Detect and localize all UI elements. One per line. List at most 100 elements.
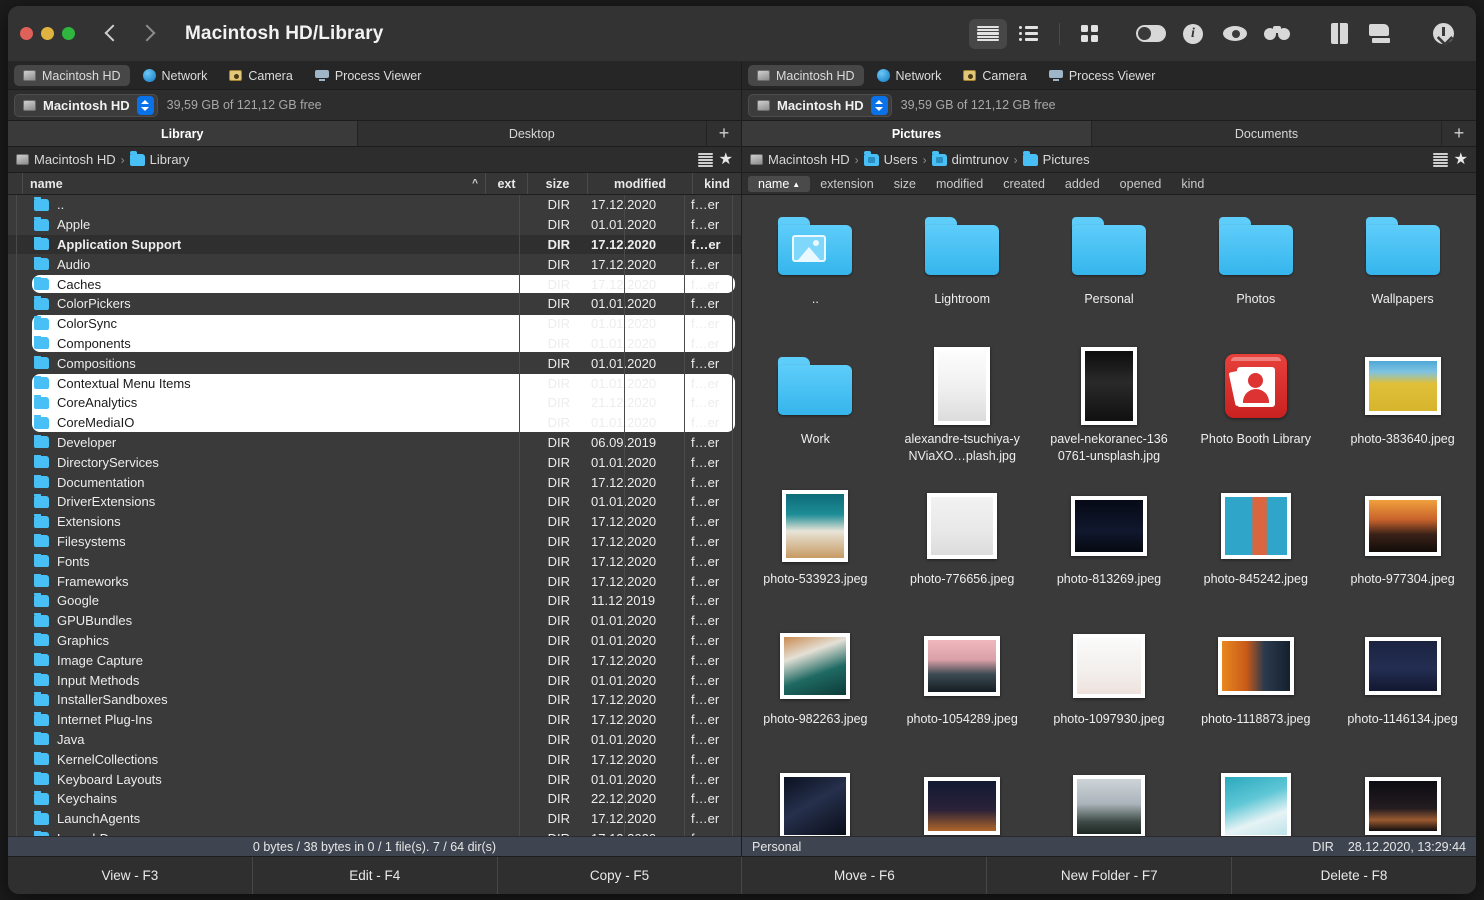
right-col-opened[interactable]: opened: [1110, 173, 1172, 194]
right-add-tab-button[interactable]: +: [1442, 121, 1476, 146]
grid-item[interactable]: photo-383640.jpeg: [1329, 341, 1476, 481]
right-col-added[interactable]: added: [1055, 173, 1110, 194]
forward-button[interactable]: [137, 22, 159, 46]
table-row[interactable]: InstallerSandboxesDIR17.12.2020f…er: [8, 690, 741, 710]
right-source-tab-process-viewer[interactable]: Process Viewer: [1040, 65, 1165, 86]
table-row[interactable]: ColorPickersDIR01.01.2020f…er: [8, 294, 741, 314]
back-button[interactable]: [101, 22, 123, 46]
list-view-icon[interactable]: [969, 19, 1007, 49]
table-row[interactable]: Image CaptureDIR17.12.2020f…er: [8, 650, 741, 670]
book-icon[interactable]: [1320, 19, 1358, 49]
function-key-f8[interactable]: Delete - F8: [1232, 857, 1476, 894]
table-row[interactable]: AppleDIR01.01.2020f…er: [8, 215, 741, 235]
grid-item[interactable]: Personal: [1036, 201, 1183, 341]
left-folder-tab-library[interactable]: Library: [8, 121, 358, 146]
table-row[interactable]: LaunchDaemonsDIR17.12.2020f…er: [8, 829, 741, 836]
left-folder-tab-desktop[interactable]: Desktop: [358, 121, 708, 146]
grid-item[interactable]: photo-776656.jpeg: [889, 481, 1036, 621]
table-row[interactable]: Keyboard LayoutsDIR01.01.2020f…er: [8, 769, 741, 789]
left-col-size[interactable]: size: [528, 173, 588, 194]
table-row[interactable]: GPUBundlesDIR01.01.2020f…er: [8, 611, 741, 631]
grid-item[interactable]: photo-845242.jpeg: [1182, 481, 1329, 621]
left-source-tab-macintosh-hd[interactable]: Macintosh HD: [14, 65, 130, 86]
chevron-updown-icon[interactable]: [871, 96, 888, 115]
toggle-switch-icon[interactable]: [1132, 19, 1170, 49]
grid-item[interactable]: [1182, 761, 1329, 836]
table-row[interactable]: FontsDIR17.12.2020f…er: [8, 551, 741, 571]
function-key-f3[interactable]: View - F3: [8, 857, 253, 894]
table-row[interactable]: KeychainsDIR22.12.2020f…er: [8, 789, 741, 809]
grid-view-icon[interactable]: [1070, 19, 1108, 49]
table-row[interactable]: LaunchAgentsDIR17.12.2020f…er: [8, 809, 741, 829]
table-row[interactable]: DeveloperDIR06.09.2019f…er: [8, 433, 741, 453]
table-row[interactable]: CoreMediaIODIR01.01.2020f…er: [8, 413, 741, 433]
right-folder-tab-pictures[interactable]: Pictures: [742, 121, 1092, 146]
grid-item[interactable]: Photo Booth Library: [1182, 341, 1329, 481]
function-key-f4[interactable]: Edit - F4: [253, 857, 498, 894]
left-col-modified[interactable]: modified: [588, 173, 693, 194]
table-row[interactable]: ..DIR17.12.2020f…er: [8, 195, 741, 215]
download-icon[interactable]: [1424, 19, 1462, 49]
grid-item[interactable]: photo-813269.jpeg: [1036, 481, 1183, 621]
favorite-star-icon[interactable]: ★: [1454, 152, 1468, 168]
list-lines-icon[interactable]: [698, 153, 713, 167]
breadcrumb-item-pictures[interactable]: Pictures: [1023, 152, 1090, 167]
table-row[interactable]: JavaDIR01.01.2020f…er: [8, 730, 741, 750]
eye-icon[interactable]: [1216, 19, 1254, 49]
right-icon-grid[interactable]: ..LightroomPersonalPhotosWallpapersWorka…: [742, 195, 1476, 836]
list-lines-icon[interactable]: [1433, 153, 1448, 167]
table-row[interactable]: FrameworksDIR17.12.2020f…er: [8, 571, 741, 591]
grid-item[interactable]: photo-977304.jpeg: [1329, 481, 1476, 621]
info-icon[interactable]: i: [1174, 19, 1212, 49]
close-button[interactable]: [20, 27, 33, 40]
right-col-name[interactable]: name▲: [748, 176, 810, 192]
right-col-extension[interactable]: extension: [810, 173, 884, 194]
right-col-created[interactable]: created: [993, 173, 1055, 194]
breadcrumb-item-dimtrunov[interactable]: dimtrunov: [932, 152, 1009, 167]
left-col-kind[interactable]: kind: [693, 173, 741, 194]
table-row[interactable]: CoreAnalyticsDIR21.12.2020f…er: [8, 393, 741, 413]
grid-item[interactable]: photo-1118873.jpeg: [1182, 621, 1329, 761]
right-folder-tab-documents[interactable]: Documents: [1092, 121, 1442, 146]
grid-item[interactable]: [889, 761, 1036, 836]
left-drive-selector[interactable]: Macintosh HD: [14, 94, 158, 117]
table-row[interactable]: CompositionsDIR01.01.2020f…er: [8, 353, 741, 373]
right-col-size[interactable]: size: [884, 173, 926, 194]
function-key-f6[interactable]: Move - F6: [742, 857, 987, 894]
function-key-f5[interactable]: Copy - F5: [498, 857, 743, 894]
table-row[interactable]: Application SupportDIR17.12.2020f…er: [8, 235, 741, 255]
table-row[interactable]: DirectoryServicesDIR01.01.2020f…er: [8, 452, 741, 472]
right-drive-selector[interactable]: Macintosh HD: [748, 94, 892, 117]
table-row[interactable]: ColorSyncDIR01.01.2020f…er: [8, 314, 741, 334]
favorite-star-icon[interactable]: ★: [719, 152, 733, 168]
left-col-name[interactable]: name ^: [23, 173, 486, 194]
binoculars-icon[interactable]: [1258, 19, 1296, 49]
right-col-kind[interactable]: kind: [1171, 173, 1214, 194]
left-source-tab-process-viewer[interactable]: Process Viewer: [306, 65, 431, 86]
left-col-ext[interactable]: ext: [486, 173, 528, 194]
right-source-tab-network[interactable]: Network: [868, 65, 951, 86]
grid-item[interactable]: pavel-nekoranec-1360761-unsplash.jpg: [1036, 341, 1183, 481]
table-row[interactable]: DocumentationDIR17.12.2020f…er: [8, 472, 741, 492]
table-row[interactable]: GoogleDIR11.12.2019f…er: [8, 591, 741, 611]
breadcrumb-item-users[interactable]: Users: [864, 152, 918, 167]
table-row[interactable]: CachesDIR17.12.2020f…er: [8, 274, 741, 294]
breadcrumb-item-library[interactable]: Library: [130, 152, 190, 167]
grid-item[interactable]: ..: [742, 201, 889, 341]
right-source-tab-macintosh-hd[interactable]: Macintosh HD: [748, 65, 864, 86]
right-source-tab-camera[interactable]: Camera: [954, 65, 1035, 86]
left-source-tab-camera[interactable]: Camera: [220, 65, 301, 86]
grid-item[interactable]: Photos: [1182, 201, 1329, 341]
grid-item[interactable]: Wallpapers: [1329, 201, 1476, 341]
grid-item[interactable]: photo-533923.jpeg: [742, 481, 889, 621]
table-row[interactable]: ComponentsDIR01.01.2020f…er: [8, 334, 741, 354]
table-row[interactable]: Input MethodsDIR01.01.2020f…er: [8, 670, 741, 690]
detail-view-icon[interactable]: [1011, 19, 1049, 49]
grid-item[interactable]: alexandre-tsuchiya-yNViaXO…plash.jpg: [889, 341, 1036, 481]
table-row[interactable]: Internet Plug-InsDIR17.12.2020f…er: [8, 710, 741, 730]
grid-item[interactable]: Work: [742, 341, 889, 481]
grid-item[interactable]: [1036, 761, 1183, 836]
left-source-tab-network[interactable]: Network: [134, 65, 217, 86]
table-row[interactable]: ExtensionsDIR17.12.2020f…er: [8, 512, 741, 532]
table-row[interactable]: GraphicsDIR01.01.2020f…er: [8, 631, 741, 651]
